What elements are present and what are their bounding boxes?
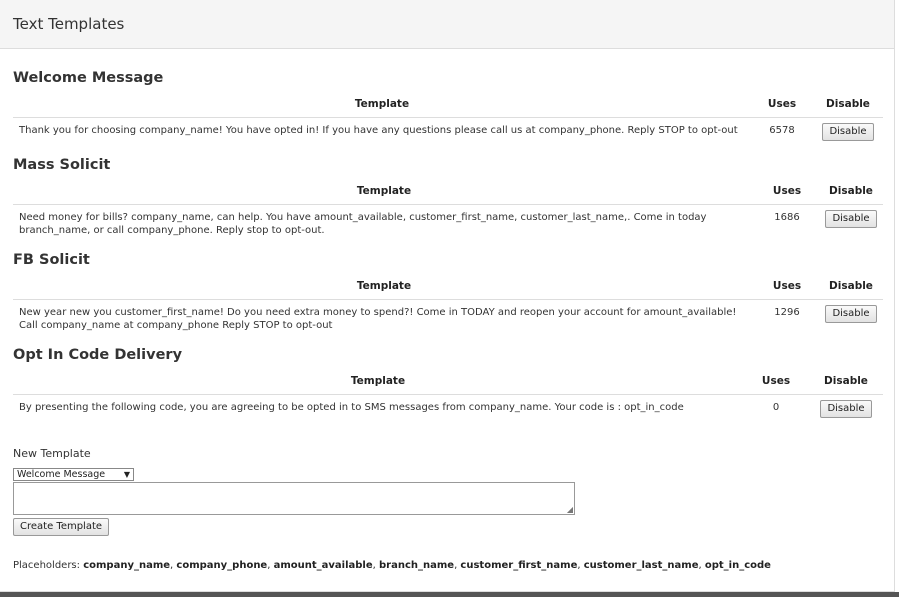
section-title: Welcome Message [13,70,164,86]
template-header: Template [13,273,755,300]
section-title: FB Solicit [13,252,90,268]
table-row: By presenting the following code, you ar… [13,395,883,418]
table-row: Need money for bills? company_name, can … [13,205,883,238]
section-title: Mass Solicit [13,157,111,173]
disable-header: Disable [809,368,883,395]
template-header: Template [13,178,755,205]
select-value: Welcome Message [17,469,106,480]
disable-cell: Disable [819,205,883,238]
panel-header: Text Templates [0,0,894,49]
uses-header: Uses [743,368,809,395]
uses-header: Uses [755,273,819,300]
text-templates-panel: Text Templates Welcome Message Template … [0,0,895,592]
placeholders-label: Placeholders: [13,560,81,571]
disable-cell: Disable [809,395,883,418]
section-fb-solicit: FB Solicit Template Uses Disable New yea… [13,251,883,331]
template-type-select[interactable]: Welcome Message ▼ [13,468,134,481]
template-text: Thank you for choosing company_name! You… [19,125,738,136]
placeholder-item: customer_last_name [583,560,699,571]
placeholder-item: opt_in_code [704,560,771,571]
uses-count: 1686 [774,212,800,223]
template-table: Template Uses Disable Need money for bil… [13,178,883,237]
template-text: By presenting the following code, you ar… [19,402,684,413]
panel-title: Text Templates [13,15,125,33]
disable-header: Disable [819,178,883,205]
template-text: New year new you customer_first_name! Do… [19,307,737,331]
template-table: Template Uses Disable Thank you for choo… [13,91,883,141]
table-header-row: Template Uses Disable [13,273,883,300]
section-opt-in-code-delivery: Opt In Code Delivery Template Uses Disab… [13,346,883,418]
section-welcome-message: Welcome Message Template Uses Disable Th… [13,69,883,141]
new-template-label: New Template [13,447,91,460]
template-header: Template [13,368,743,395]
disable-header: Disable [819,273,883,300]
template-table: Template Uses Disable New year new you c… [13,273,883,332]
resize-grip-icon[interactable]: ◢ [567,506,573,514]
template-table: Template Uses Disable By presenting the … [13,368,883,418]
template-textarea[interactable]: ◢ [13,482,575,515]
template-header: Template [13,91,751,118]
bottom-bar [0,592,899,597]
placeholder-item: company_phone [176,560,268,571]
disable-cell: Disable [819,300,883,333]
disable-button[interactable]: Disable [820,400,872,418]
table-row: New year new you customer_first_name! Do… [13,300,883,333]
placeholder-item: amount_available [273,560,373,571]
uses-count: 0 [772,402,780,413]
uses-count: 6578 [769,125,795,136]
section-title: Opt In Code Delivery [13,347,183,363]
table-row: Thank you for choosing company_name! You… [13,118,883,141]
uses-header: Uses [755,178,819,205]
table-header-row: Template Uses Disable [13,368,883,395]
uses-header: Uses [751,91,813,118]
disable-header: Disable [813,91,883,118]
disable-button[interactable]: Disable [825,305,877,323]
placeholders-line: Placeholders: company_name, company_phon… [13,560,771,571]
section-mass-solicit: Mass Solicit Template Uses Disable Need … [13,156,883,236]
disable-button[interactable]: Disable [822,123,874,141]
create-template-button[interactable]: Create Template [13,518,110,536]
disable-cell: Disable [813,118,883,141]
placeholder-item: customer_first_name [460,560,578,571]
table-header-row: Template Uses Disable [13,91,883,118]
uses-count: 1296 [774,307,800,318]
placeholder-item: branch_name [378,560,455,571]
disable-button[interactable]: Disable [825,210,877,228]
caret-down-icon: ▼ [123,470,130,479]
table-header-row: Template Uses Disable [13,178,883,205]
template-text: Need money for bills? company_name, can … [19,212,707,236]
placeholder-item: company_name [83,560,171,571]
